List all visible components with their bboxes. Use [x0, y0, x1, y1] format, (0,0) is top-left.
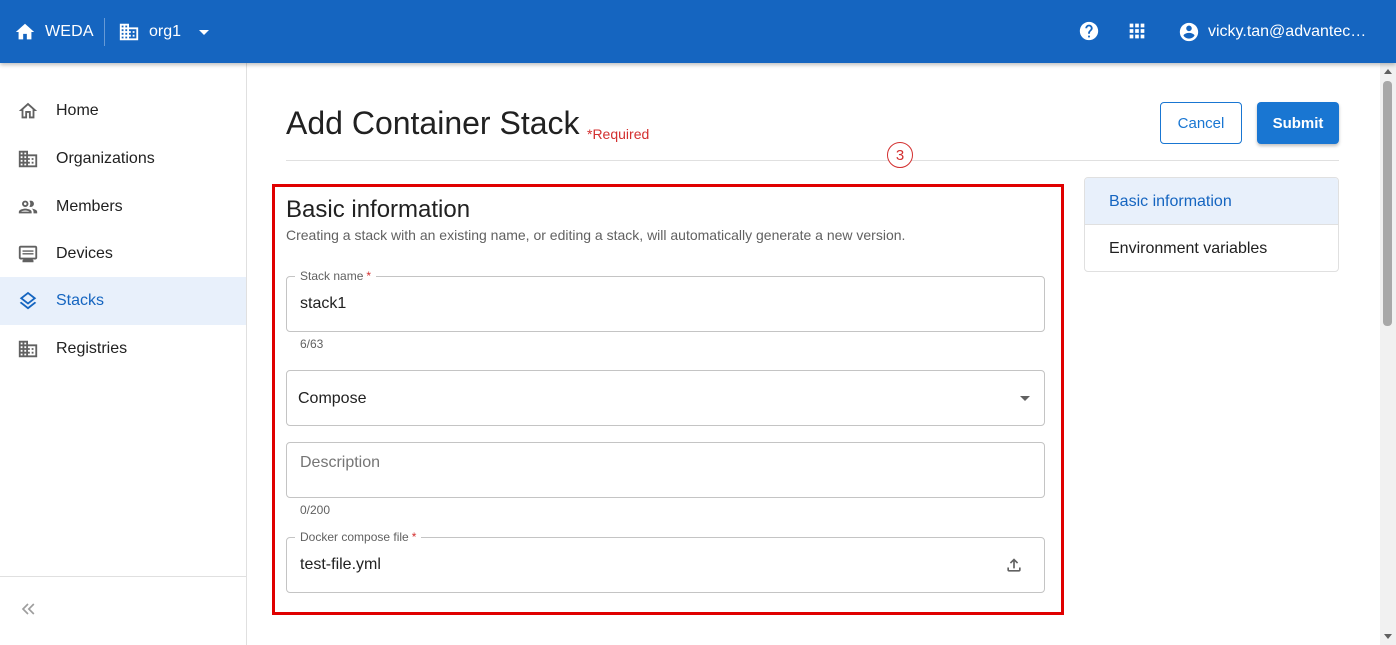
- sidebar-item-label: Home: [56, 102, 99, 119]
- field-label: Stack name *: [295, 269, 377, 283]
- sidebar-divider: [0, 576, 246, 577]
- stack-name-value: stack1: [300, 295, 347, 312]
- section-nav-label: Environment variables: [1109, 240, 1268, 257]
- compose-file-value: test-file.yml: [300, 556, 381, 573]
- org-selector[interactable]: org1: [118, 19, 210, 45]
- sidebar: Home Organizations Members Devices Stack…: [0, 63, 247, 645]
- required-asterisk: *: [411, 530, 417, 544]
- description-counter: 0/200: [300, 503, 331, 517]
- building-icon: [18, 340, 38, 358]
- sidebar-item-registries[interactable]: Registries: [0, 325, 246, 373]
- section-nav-label: Basic information: [1109, 193, 1232, 210]
- scroll-up-arrow-icon[interactable]: [1384, 69, 1392, 74]
- stack-name-field[interactable]: Stack name * stack1: [286, 269, 1045, 332]
- section-description: Creating a stack with an existing name, …: [286, 227, 906, 243]
- apps-grid-icon[interactable]: [1126, 20, 1148, 42]
- description-placeholder: Description: [300, 454, 381, 471]
- sidebar-item-organizations[interactable]: Organizations: [0, 135, 246, 183]
- compose-file-label: Docker compose file: [300, 530, 409, 544]
- stack-name-counter: 6/63: [300, 337, 324, 351]
- sidebar-item-stacks[interactable]: Stacks: [0, 277, 246, 325]
- required-asterisk: *: [366, 269, 372, 283]
- help-icon[interactable]: [1078, 20, 1100, 42]
- home-outline-icon: [18, 102, 38, 119]
- user-email: vicky.tan@advantech.com: [1208, 23, 1372, 40]
- building-icon: [119, 23, 139, 41]
- section-nav: Basic information Environment variables: [1084, 177, 1339, 272]
- device-icon: [18, 245, 38, 263]
- top-app-bar: WEDA org1 vicky.tan@advantech.com: [0, 0, 1396, 63]
- layers-icon: [19, 291, 37, 310]
- scroll-down-arrow-icon[interactable]: [1384, 634, 1392, 639]
- sidebar-item-label: Organizations: [56, 150, 155, 167]
- section-nav-basic-information[interactable]: Basic information: [1085, 178, 1338, 225]
- section-title: Basic information: [286, 196, 471, 223]
- stack-name-label: Stack name: [300, 269, 364, 283]
- sidebar-item-label: Devices: [56, 245, 113, 262]
- description-field[interactable]: Description: [286, 442, 1045, 498]
- stack-type-value: Compose: [298, 390, 367, 407]
- upload-icon[interactable]: [1004, 555, 1024, 575]
- required-note: *Required: [587, 126, 650, 142]
- step-badge: 3: [887, 142, 913, 168]
- title-divider: [286, 160, 1339, 161]
- people-icon: [18, 200, 38, 214]
- compose-file-field[interactable]: Docker compose file * test-file.yml: [286, 530, 1045, 593]
- sidebar-item-label: Stacks: [56, 292, 105, 309]
- page-scrollbar[interactable]: [1380, 63, 1396, 645]
- user-menu[interactable]: vicky.tan@advantech.com: [1178, 19, 1372, 45]
- sidebar-item-members[interactable]: Members: [0, 183, 246, 231]
- cancel-button[interactable]: Cancel: [1160, 102, 1242, 144]
- sidebar-item-devices[interactable]: Devices: [0, 230, 246, 278]
- sidebar-item-home[interactable]: Home: [0, 87, 246, 135]
- chevron-down-icon: [1020, 396, 1030, 401]
- submit-button[interactable]: Submit: [1257, 102, 1339, 144]
- section-nav-environment-variables[interactable]: Environment variables: [1085, 225, 1338, 271]
- topbar-divider: [104, 18, 105, 46]
- stack-type-select[interactable]: Compose: [286, 370, 1045, 426]
- double-chevron-left-icon[interactable]: [18, 599, 38, 619]
- main-content: Add Container Stack *Required Cancel Sub…: [248, 63, 1380, 645]
- account-circle-icon: [1179, 22, 1199, 42]
- home-link[interactable]: WEDA: [14, 20, 94, 44]
- sidebar-item-label: Members: [56, 198, 123, 215]
- building-icon: [18, 150, 38, 168]
- field-label: Docker compose file *: [295, 530, 422, 544]
- sidebar-item-label: Registries: [56, 340, 128, 357]
- org-name: org1: [149, 23, 182, 40]
- page-title: Add Container Stack: [286, 105, 580, 141]
- home-icon: [15, 23, 35, 40]
- app-name: WEDA: [45, 23, 94, 40]
- chevron-down-icon: [199, 29, 210, 35]
- scrollbar-thumb[interactable]: [1383, 81, 1392, 326]
